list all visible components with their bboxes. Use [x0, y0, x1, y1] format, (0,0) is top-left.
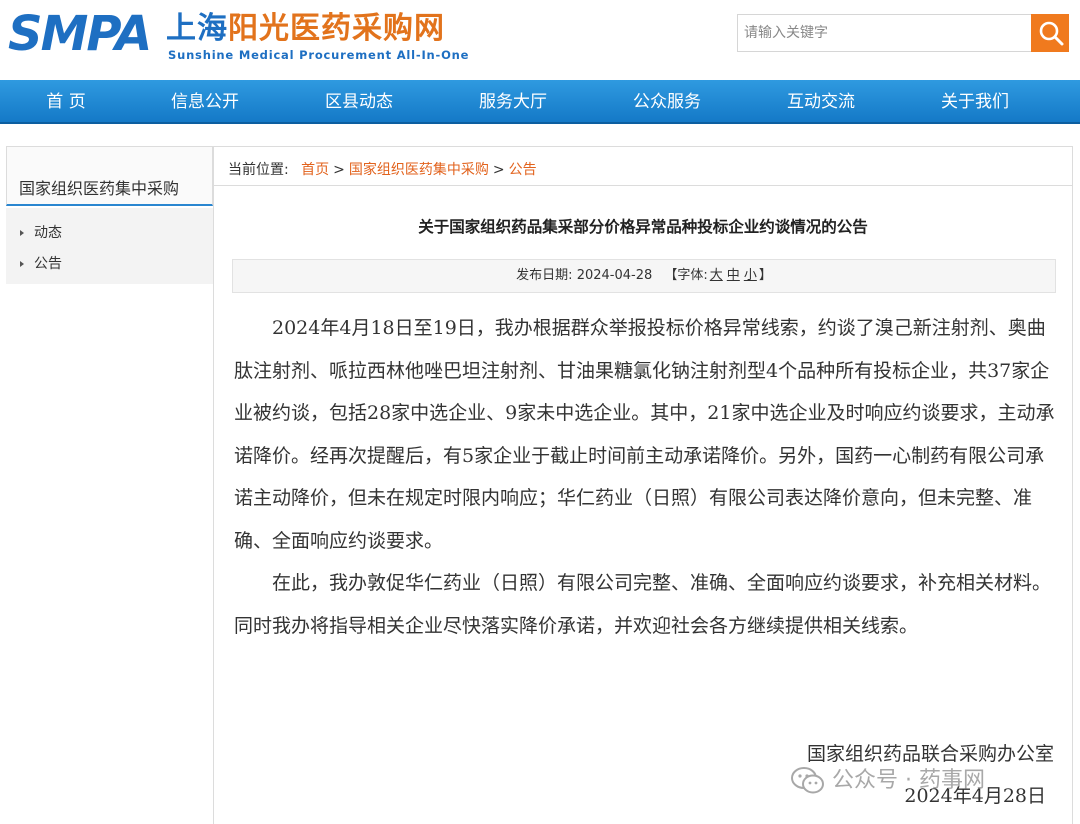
- logo-subtitle: Sunshine Medical Procurement All-In-One: [168, 48, 470, 62]
- breadcrumb-current[interactable]: 公告: [509, 162, 537, 178]
- wechat-icon: [791, 767, 824, 794]
- article-title: 关于国家组织药品集采部分价格异常品种投标企业约谈情况的公告: [418, 218, 868, 236]
- article-body: 2024年4月18日至19日，我办根据群众举报投标价格异常线索，约谈了溴己新注射…: [234, 307, 1056, 647]
- caret-right-icon: [20, 230, 24, 236]
- nav-item-interaction[interactable]: 互动交流: [744, 80, 898, 124]
- sidebar-item-announcement[interactable]: 公告: [20, 253, 62, 273]
- sidebar-item-label: 动态: [34, 225, 62, 241]
- breadcrumb-home[interactable]: 首页: [301, 162, 329, 178]
- article-meta: 发布日期: 2024-04-28 【字体: 大中小】: [232, 259, 1056, 293]
- sidebar-list: 动态 公告: [6, 208, 213, 284]
- nav-item-district[interactable]: 区县动态: [282, 80, 436, 124]
- logo-abbr: SMPA: [8, 6, 152, 62]
- magnifier-icon: [1039, 21, 1064, 46]
- logo-name-part1: 上海: [166, 11, 228, 46]
- sidebar: 国家组织医药集中采购 动态 公告: [6, 146, 213, 824]
- breadcrumb-separator: >: [333, 162, 345, 178]
- search-box: [737, 14, 1071, 52]
- font-size-label-close: 】: [758, 268, 772, 283]
- search-button[interactable]: [1031, 14, 1069, 52]
- sidebar-item-label: 公告: [34, 256, 62, 272]
- date-label: 发布日期:: [516, 268, 573, 283]
- logo-name: 上海阳光医药采购网: [166, 12, 445, 46]
- article-paragraph: 2024年4月18日至19日，我办根据群众举报投标价格异常线索，约谈了溴己新注射…: [234, 317, 1055, 552]
- breadcrumb-separator: >: [492, 162, 505, 178]
- watermark: 公众号 · 药事网: [790, 762, 985, 798]
- sidebar-title: 国家组织医药集中采购: [19, 179, 180, 198]
- article-paragraph: 在此，我办敦促华仁药业（日照）有限公司完整、准确、全面响应约谈要求，补充相关材料…: [234, 572, 1052, 637]
- sidebar-header: 国家组织医药集中采购: [6, 146, 213, 206]
- nav-item-about[interactable]: 关于我们: [898, 80, 1052, 124]
- font-size-medium-button[interactable]: 中: [727, 268, 740, 283]
- font-size-label: 【字体:: [664, 268, 708, 283]
- font-size-large-button[interactable]: 大: [710, 268, 723, 283]
- font-size-small-button[interactable]: 小: [744, 268, 757, 283]
- caret-right-icon: [20, 261, 24, 267]
- nav-item-service-hall[interactable]: 服务大厅: [436, 80, 590, 124]
- breadcrumb: 当前位置: 首页 > 国家组织医药集中采购 > 公告: [228, 159, 537, 179]
- nav-item-home[interactable]: 首 页: [0, 80, 143, 124]
- search-input[interactable]: [737, 14, 1031, 52]
- site-header: SMPA 上海阳光医药采购网 Sunshine Medical Procurem…: [0, 0, 1080, 80]
- breadcrumb-category[interactable]: 国家组织医药集中采购: [349, 162, 489, 178]
- main-content: 当前位置: 首页 > 国家组织医药集中采购 > 公告 关于国家组织药品集采部分价格异常品…: [213, 146, 1073, 824]
- logo-name-part2: 阳光医药采购网: [228, 11, 445, 46]
- nav-item-public-service[interactable]: 公众服务: [590, 80, 744, 124]
- sidebar-item-news[interactable]: 动态: [20, 222, 62, 242]
- site-logo[interactable]: SMPA 上海阳光医药采购网 Sunshine Medical Procurem…: [8, 6, 470, 62]
- divider: [214, 185, 1072, 186]
- breadcrumb-prefix: 当前位置:: [228, 162, 289, 178]
- nav-item-info[interactable]: 信息公开: [128, 80, 282, 124]
- main-nav: 首 页 信息公开 区县动态 服务大厅 公众服务 互动交流 关于我们: [0, 80, 1080, 124]
- watermark-text: 公众号 · 药事网: [832, 768, 985, 793]
- publish-date: 2024-04-28: [576, 268, 653, 283]
